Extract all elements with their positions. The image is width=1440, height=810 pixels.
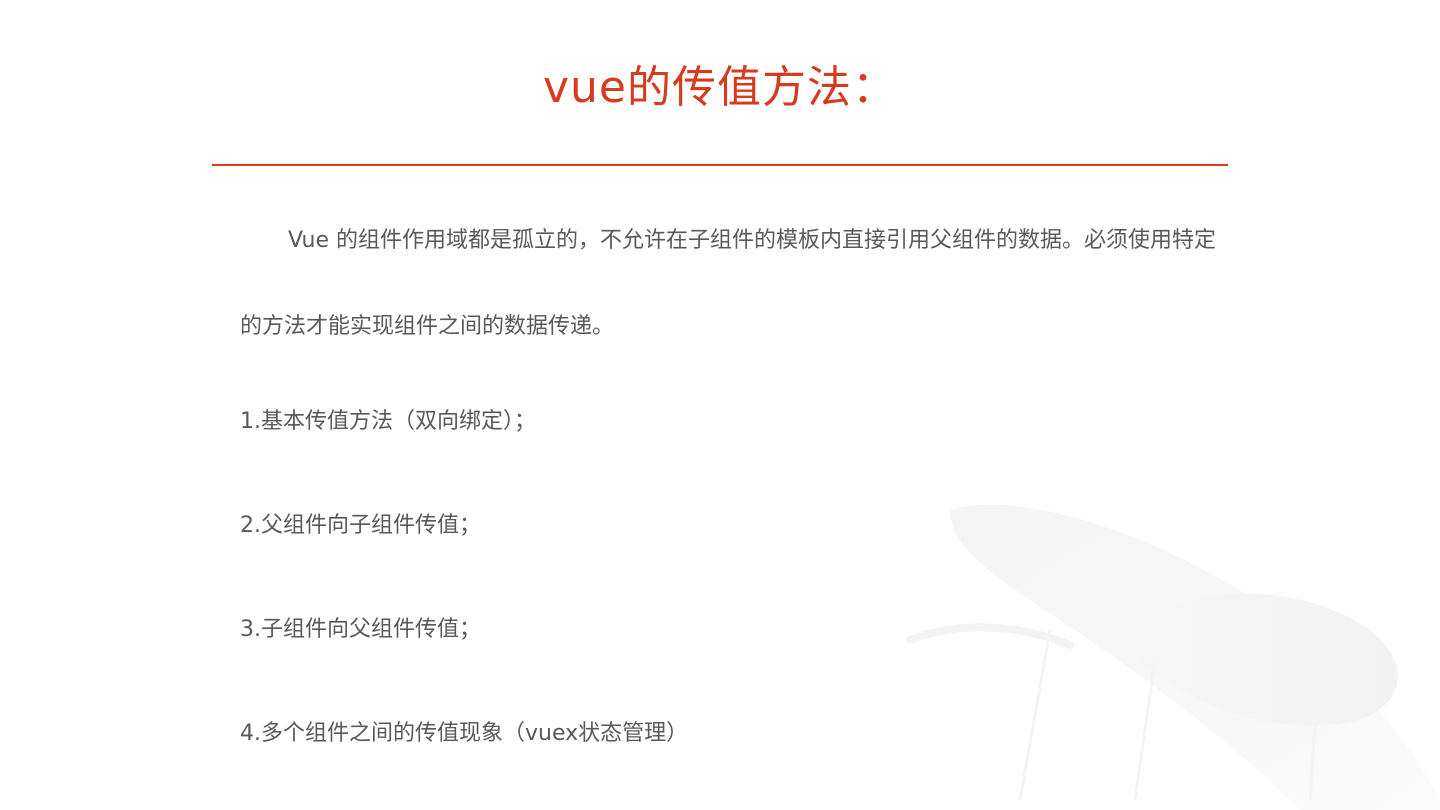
slide-content: Vue 的组件作用域都是孤立的，不允许在子组件的模板内直接引用父组件的数据。必须… — [240, 198, 1220, 786]
list-item-basic-binding: 1.基本传值方法（双向绑定）； — [240, 409, 536, 434]
list-item-vuex-state-management: 4.多个组件之间的传值现象（vuex状态管理） — [240, 721, 689, 746]
title-divider — [212, 164, 1228, 166]
list-item-child-to-parent: 3.子组件向父组件传值； — [240, 617, 481, 642]
intro-paragraph: Vue 的组件作用域都是孤立的，不允许在子组件的模板内直接引用父组件的数据。必须… — [240, 228, 1217, 339]
slide-title: vue的传值方法： — [543, 62, 897, 113]
list-item-parent-to-child: 2.父组件向子组件传值； — [240, 513, 481, 538]
slide: vue的传值方法： Vue 的组件作用域都是孤立的，不允许在子组件的模板内直接引… — [0, 0, 1440, 810]
